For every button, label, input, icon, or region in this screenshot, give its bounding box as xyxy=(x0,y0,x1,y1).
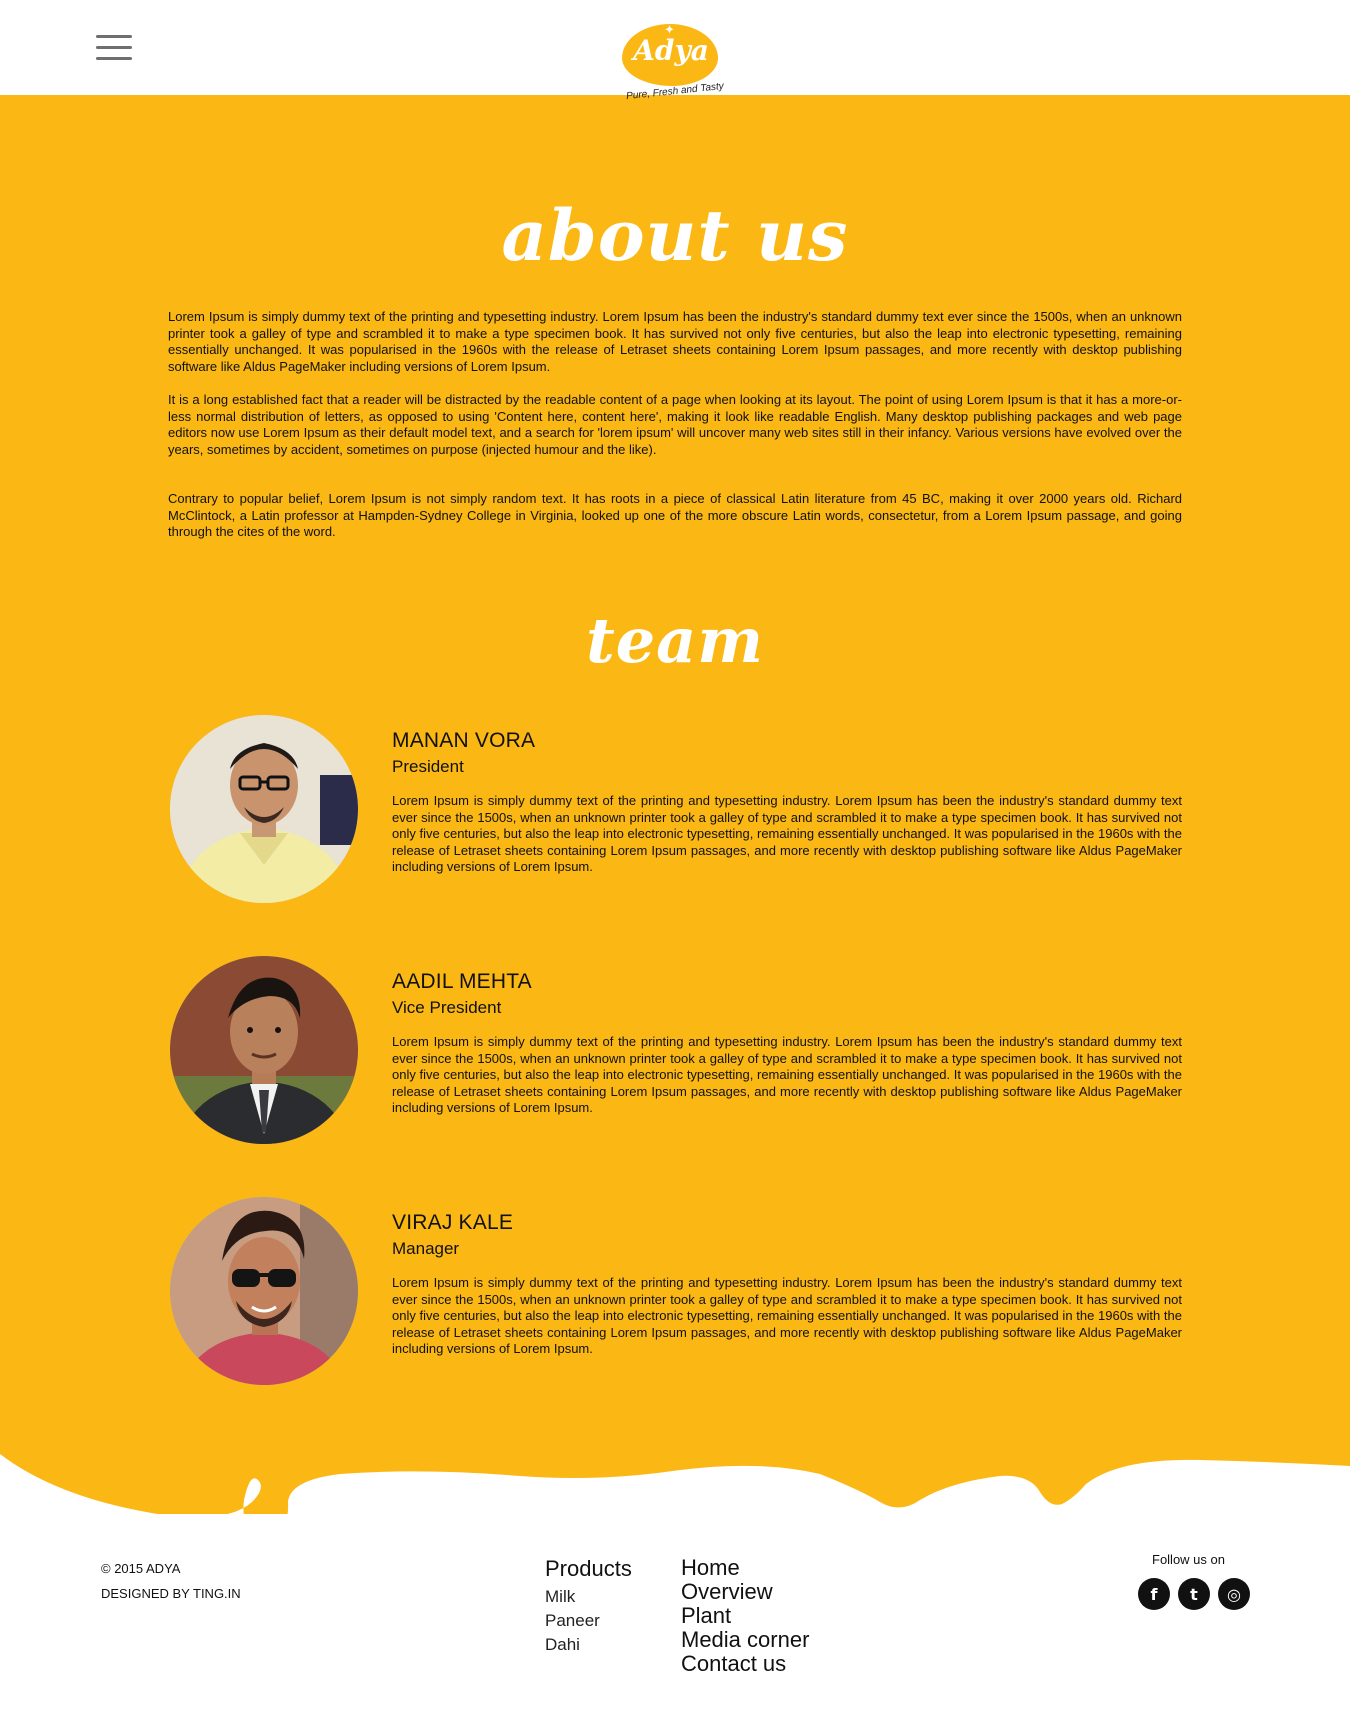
site-footer: © 2015 ADYA DESIGNED BY TING.IN Products… xyxy=(0,1514,1350,1718)
about-paragraph: Contrary to popular belief, Lorem Ipsum … xyxy=(168,491,1182,539)
avatar xyxy=(170,715,358,903)
member-name: VIRAJ KALE xyxy=(392,1211,514,1234)
nav-link-plant[interactable]: Plant xyxy=(681,1604,809,1628)
milk-drip-divider xyxy=(0,1454,1350,1540)
member-role: Vice President xyxy=(392,998,502,1017)
nav-link-media-corner[interactable]: Media corner xyxy=(681,1628,809,1652)
member-bio: Lorem Ipsum is simply dummy text of the … xyxy=(392,793,1182,874)
member-bio: Lorem Ipsum is simply dummy text of the … xyxy=(392,1275,1182,1356)
member-name: AADIL MEHTA xyxy=(392,970,532,993)
main-content: about us Lorem Ipsum is simply dummy tex… xyxy=(0,94,1350,1514)
team-member-card: AADIL MEHTA Vice President Lorem Ipsum i… xyxy=(168,956,1184,1156)
twitter-icon[interactable]: t xyxy=(1178,1578,1210,1610)
copyright-text: © 2015 ADYA xyxy=(101,1561,181,1576)
team-member-card: MANAN VORA President Lorem Ipsum is simp… xyxy=(168,715,1184,915)
member-role: Manager xyxy=(392,1239,460,1258)
designer-credit: DESIGNED BY TING.IN xyxy=(101,1586,241,1601)
nav-link-contact-us[interactable]: Contact us xyxy=(681,1652,809,1676)
member-name: MANAN VORA xyxy=(392,729,536,752)
team-title: team xyxy=(586,604,764,677)
site-logo[interactable]: ✦ Adya Pure, Fresh and Tasty xyxy=(612,18,738,108)
member-bio: Lorem Ipsum is simply dummy text of the … xyxy=(392,1034,1182,1115)
logo-text: Adya xyxy=(633,34,709,67)
products-heading[interactable]: Products xyxy=(545,1556,632,1582)
product-link-paneer[interactable]: Paneer xyxy=(545,1609,632,1633)
footer-nav: Home Overview Plant Media corner Contact… xyxy=(681,1556,809,1676)
instagram-icon[interactable]: ◎ xyxy=(1218,1578,1250,1610)
facebook-icon[interactable]: f xyxy=(1138,1578,1170,1610)
product-link-dahi[interactable]: Dahi xyxy=(545,1633,632,1657)
hamburger-menu-icon[interactable] xyxy=(96,35,132,65)
avatar xyxy=(170,956,358,1144)
avatar xyxy=(170,1197,358,1385)
about-title: about us xyxy=(501,194,849,277)
follow-label: Follow us on xyxy=(1152,1552,1225,1567)
about-paragraph: It is a long established fact that a rea… xyxy=(168,392,1182,457)
team-member-card: VIRAJ KALE Manager Lorem Ipsum is simply… xyxy=(168,1197,1184,1397)
site-header: ✦ Adya Pure, Fresh and Tasty xyxy=(0,0,1350,102)
product-link-milk[interactable]: Milk xyxy=(545,1585,632,1609)
social-links: f t ◎ xyxy=(1138,1578,1250,1610)
about-paragraph: Lorem Ipsum is simply dummy text of the … xyxy=(168,309,1182,374)
products-column: Products Milk Paneer Dahi xyxy=(545,1556,632,1657)
nav-link-home[interactable]: Home xyxy=(681,1556,809,1580)
member-role: President xyxy=(392,757,464,776)
nav-link-overview[interactable]: Overview xyxy=(681,1580,809,1604)
